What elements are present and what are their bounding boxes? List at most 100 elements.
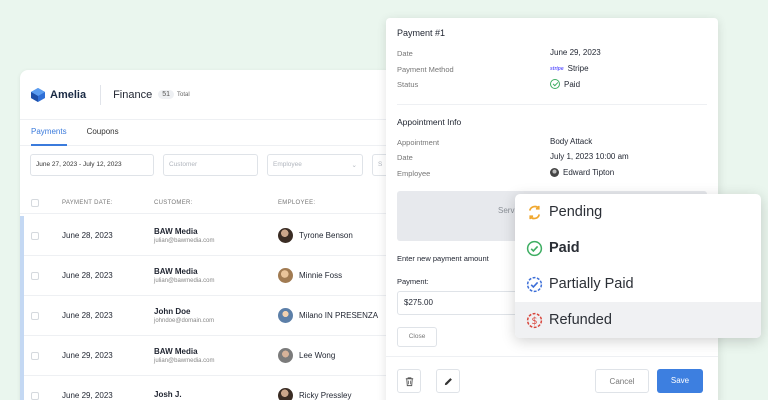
payment-title: Payment #1 xyxy=(397,28,446,38)
partially-paid-icon xyxy=(526,276,543,293)
row-employee: Ricky Pressley xyxy=(278,388,351,400)
table-header: PAYMENT DATE: CUSTOMER: EMPLOYEE: xyxy=(20,192,420,214)
employee-value: Edward Tipton xyxy=(550,168,614,177)
customer-filter[interactable]: Customer xyxy=(163,154,258,176)
row-checkbox[interactable] xyxy=(31,231,39,240)
row-checkbox[interactable] xyxy=(31,311,39,320)
select-all-checkbox[interactable] xyxy=(31,198,39,207)
divider xyxy=(397,104,707,105)
status-dropdown: Pending Paid Partially Paid $ Refunded xyxy=(515,194,761,338)
row-employee: Tyrone Benson xyxy=(278,228,353,243)
avatar xyxy=(278,308,293,323)
table-row[interactable]: June 29, 2023 BAW Media julian@bawmedia.… xyxy=(20,336,420,376)
row-accent xyxy=(20,336,24,376)
method-value-text: Stripe xyxy=(567,64,589,73)
row-accent xyxy=(20,376,24,400)
stripe-logo-icon: stripe xyxy=(550,65,564,72)
table-row[interactable]: June 28, 2023 BAW Media julian@bawmedia.… xyxy=(20,216,420,256)
row-date: June 28, 2023 xyxy=(62,311,113,320)
table-row[interactable]: June 28, 2023 BAW Media julian@bawmedia.… xyxy=(20,256,420,296)
date-value: June 29, 2023 xyxy=(550,48,601,57)
status-option-refunded[interactable]: $ Refunded xyxy=(515,302,761,338)
row-accent xyxy=(20,216,24,256)
employee-filter[interactable]: Employee ⌄ xyxy=(267,154,363,176)
status-option-pending[interactable]: Pending xyxy=(515,194,761,230)
tab-coupons[interactable]: Coupons xyxy=(87,122,119,146)
date-label: Date xyxy=(397,49,413,58)
customer-email: julian@bawmedia.com xyxy=(154,238,215,244)
appointment-value: Body Attack xyxy=(550,137,592,146)
row-date: June 28, 2023 xyxy=(62,271,113,280)
customer-name: BAW Media xyxy=(154,267,198,276)
employee-label: Employee xyxy=(397,169,431,178)
amelia-logo[interactable]: Amelia xyxy=(30,87,86,103)
method-value: stripe Stripe xyxy=(550,64,589,73)
pencil-icon xyxy=(444,377,452,385)
page-title: Finance xyxy=(113,88,153,101)
finance-tabs: Payments Coupons xyxy=(20,122,420,146)
row-checkbox[interactable] xyxy=(31,271,39,280)
status-value-text: Paid xyxy=(564,79,581,89)
filters-bar: June 27, 2023 - July 12, 2023 Customer E… xyxy=(30,154,392,176)
header-employee: EMPLOYEE: xyxy=(278,199,316,206)
finance-card: Amelia Finance 51 Total Payments Coupons… xyxy=(20,70,420,400)
amelia-logo-icon xyxy=(30,87,46,103)
avatar xyxy=(550,168,559,177)
employee-name: Minnie Foss xyxy=(299,271,343,280)
row-employee: Milano IN PRESENZA xyxy=(278,308,378,323)
row-date: June 29, 2023 xyxy=(62,351,113,360)
row-employee: Lee Wong xyxy=(278,348,335,363)
edit-button[interactable] xyxy=(436,369,460,393)
date-range-filter[interactable]: June 27, 2023 - July 12, 2023 xyxy=(30,154,154,176)
paid-check-icon xyxy=(550,79,560,89)
status-label: Status xyxy=(397,80,419,89)
customer-name: Josh J. xyxy=(154,390,182,399)
paid-icon xyxy=(526,240,543,257)
row-checkbox[interactable] xyxy=(31,391,39,400)
employee-name: Lee Wong xyxy=(299,351,336,360)
new-payment-label: Enter new payment amount xyxy=(397,254,489,263)
status-option-label: Refunded xyxy=(549,312,612,328)
status-value[interactable]: Paid xyxy=(550,79,580,89)
employee-name: Tyrone Benson xyxy=(299,231,353,240)
header-divider xyxy=(100,84,102,105)
status-option-paid[interactable]: Paid xyxy=(515,230,761,266)
refunded-icon: $ xyxy=(526,312,543,329)
avatar xyxy=(278,348,293,363)
row-employee: Minnie Foss xyxy=(278,268,342,283)
avatar xyxy=(278,388,293,400)
trash-icon xyxy=(405,376,413,386)
method-label: Payment Method xyxy=(397,65,454,74)
row-customer: BAW Media julian@bawmedia.com xyxy=(154,227,214,244)
header-customer: CUSTOMER: xyxy=(154,199,193,206)
appointment-date-label: Date xyxy=(397,153,413,162)
customer-name: John Doe xyxy=(154,307,191,316)
appointment-date-value-text: July 1, 2023 10:00 am xyxy=(550,152,629,161)
cancel-button[interactable]: Cancel xyxy=(595,369,649,393)
finance-header: Amelia Finance 51 Total xyxy=(20,70,420,120)
close-button[interactable]: Close xyxy=(397,327,437,347)
status-option-label: Paid xyxy=(549,240,580,256)
row-customer: BAW Media julian@bawmedia.com xyxy=(154,347,214,364)
status-option-partially-paid[interactable]: Partially Paid xyxy=(515,266,761,302)
row-customer: BAW Media julian@bawmedia.com xyxy=(154,267,214,284)
svg-text:$: $ xyxy=(531,316,537,327)
employee-value-text: Edward Tipton xyxy=(563,168,615,177)
customer-email: julian@bawmedia.com xyxy=(154,358,215,364)
customer-email: johndoe@domain.com xyxy=(154,318,215,324)
pending-icon xyxy=(526,204,543,221)
table-row[interactable]: June 28, 2023 John Doe johndoe@domain.co… xyxy=(20,296,420,336)
save-button[interactable]: Save xyxy=(657,369,703,393)
appointment-value-text: Body Attack xyxy=(550,137,593,146)
customer-name: BAW Media xyxy=(154,347,198,356)
chevron-down-icon: ⌄ xyxy=(351,162,357,169)
tab-payments[interactable]: Payments xyxy=(31,122,67,146)
row-checkbox[interactable] xyxy=(31,351,39,360)
delete-button[interactable] xyxy=(397,369,421,393)
employee-name: Ricky Pressley xyxy=(299,391,352,400)
customer-email: julian@bawmedia.com xyxy=(154,278,215,284)
row-accent xyxy=(20,256,24,296)
table-row[interactable]: June 29, 2023 Josh J. Ricky Pressley xyxy=(20,376,420,400)
avatar xyxy=(278,228,293,243)
payment-amount-input[interactable]: $275.00 xyxy=(397,291,519,315)
